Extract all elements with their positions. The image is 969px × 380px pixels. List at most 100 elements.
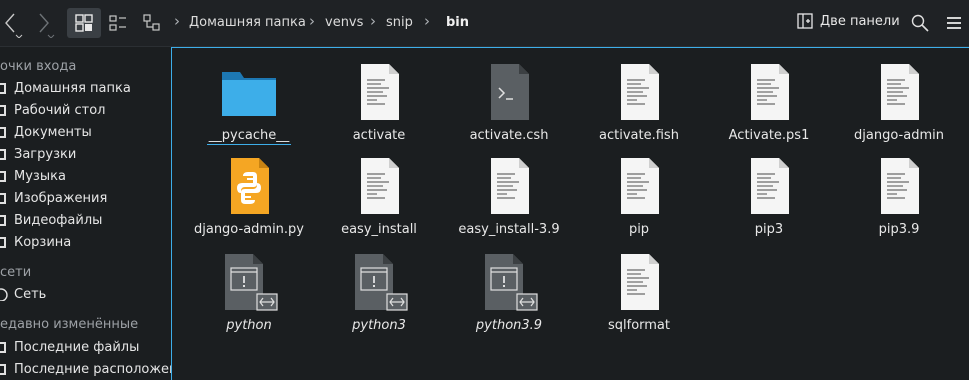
recent-files-icon [0, 341, 6, 353]
documents-folder-icon [0, 126, 6, 138]
file-item[interactable]: python3.9 [444, 250, 574, 333]
shell-script-icon [444, 60, 574, 122]
search-button[interactable] [906, 8, 934, 38]
home-folder-icon [0, 82, 6, 94]
executable-symlink-icon [444, 250, 574, 312]
desktop-icon [0, 104, 6, 116]
breadcrumb-separator-icon: › [309, 12, 315, 30]
file-item[interactable]: pip3 [704, 154, 834, 237]
toolbar: › Домашняя папка › venvs › snip › bin Дв… [0, 0, 969, 47]
file-item[interactable]: django-admin [834, 60, 964, 143]
file-item[interactable]: Activate.ps1 [704, 60, 834, 143]
file-item[interactable]: easy_install [314, 154, 444, 237]
back-arrow-icon [5, 13, 23, 38]
tree-view-icon [143, 14, 160, 31]
text-file-icon [834, 154, 964, 216]
file-name: pip3.9 [878, 222, 920, 237]
sidebar-item-trash[interactable]: Корзина [0, 231, 71, 253]
text-file-icon [314, 60, 444, 122]
breadcrumb-separator-icon: › [424, 12, 430, 30]
places-panel: очки входа Домашняя папка Рабочий стол Д… [0, 47, 171, 379]
recent-header: едавно изменённые [0, 317, 139, 332]
videos-folder-icon [0, 214, 6, 226]
python-file-icon [184, 154, 314, 216]
file-item[interactable]: django-admin.py [184, 154, 314, 237]
text-file-icon [704, 154, 834, 216]
sidebar-item-label: Изображения [14, 190, 108, 206]
file-name: python [226, 318, 272, 333]
split-view-button[interactable]: Две панели [797, 13, 900, 29]
text-file-icon [834, 60, 964, 122]
sidebar-item-label: Рабочий стол [14, 102, 106, 118]
file-name: activate [352, 128, 406, 143]
text-file-icon [444, 154, 574, 216]
sidebar-item-music[interactable]: Музыка [0, 165, 66, 187]
tree-view-button[interactable] [139, 8, 165, 38]
file-item[interactable]: activate [314, 60, 444, 143]
file-name: pip3 [754, 222, 784, 237]
breadcrumb-separator-icon: › [174, 12, 180, 30]
sidebar-item-label: Музыка [14, 168, 66, 184]
sidebar-item-recent-locations[interactable]: Последние расположения [0, 358, 171, 379]
downloads-folder-icon [0, 148, 6, 160]
file-name: activate.csh [469, 128, 549, 143]
breadcrumb-separator-icon: › [370, 12, 376, 30]
executable-symlink-icon [184, 250, 314, 312]
file-name: python3 [352, 318, 406, 333]
file-name: activate.fish [599, 128, 679, 143]
file-item[interactable]: python3 [314, 250, 444, 333]
file-name: Activate.ps1 [728, 128, 810, 143]
sidebar-item-network[interactable]: Сеть [0, 283, 46, 305]
file-name: easy_install [341, 222, 417, 237]
file-view[interactable]: __pycache__ activate activate.csh activate.… [171, 47, 969, 380]
back-button[interactable] [0, 8, 26, 38]
sidebar-item-label: Сеть [14, 286, 47, 302]
split-view-icon [797, 13, 813, 29]
file-item[interactable]: activate.csh [444, 60, 574, 143]
file-item[interactable]: sqlformat [574, 250, 704, 333]
sidebar-item-pictures[interactable]: Изображения [0, 187, 107, 209]
sidebar-item-label: Видеофайлы [14, 212, 103, 228]
split-view-label: Две панели [820, 13, 900, 29]
recent-locations-icon [0, 363, 6, 375]
trash-icon [0, 236, 6, 248]
network-header: сети [0, 265, 32, 280]
forward-button[interactable] [32, 8, 58, 38]
file-name: pip [628, 222, 650, 237]
file-item[interactable]: python [184, 250, 314, 333]
breadcrumb-bin[interactable]: bin [446, 15, 469, 30]
text-file-icon [574, 154, 704, 216]
file-name: python3.9 [475, 318, 543, 333]
music-folder-icon [0, 170, 6, 182]
sidebar-item-documents[interactable]: Документы [0, 121, 92, 143]
file-name: easy_install-3.9 [458, 222, 560, 237]
sidebar-item-label: Загрузки [14, 146, 77, 162]
sidebar-item-recent-files[interactable]: Последние файлы [0, 336, 139, 358]
sidebar-item-desktop[interactable]: Рабочий стол [0, 99, 105, 121]
text-file-icon [704, 60, 834, 122]
folder-icon [184, 60, 314, 122]
sidebar-item-label: Документы [14, 124, 92, 140]
breadcrumb-venvs[interactable]: venvs [325, 15, 363, 30]
breadcrumb-snip[interactable]: snip [386, 15, 413, 30]
file-name: django-admin [854, 128, 944, 143]
icon-view-button[interactable] [67, 8, 101, 38]
sidebar-item-home[interactable]: Домашняя папка [0, 77, 131, 99]
file-item[interactable]: __pycache__ [184, 60, 314, 145]
sidebar-item-label: Домашняя папка [14, 80, 131, 96]
details-view-button[interactable] [105, 8, 131, 38]
network-icon [0, 287, 8, 301]
sidebar-item-downloads[interactable]: Загрузки [0, 143, 76, 165]
file-item[interactable]: pip3.9 [834, 154, 964, 237]
sidebar-item-videos[interactable]: Видеофайлы [0, 209, 102, 231]
file-item[interactable]: easy_install-3.9 [444, 154, 574, 237]
executable-symlink-icon [314, 250, 444, 312]
search-icon [911, 14, 929, 32]
file-item[interactable]: pip [574, 154, 704, 237]
text-file-icon [314, 154, 444, 216]
sidebar-item-label: Последние расположения [14, 361, 171, 377]
menu-button[interactable] [940, 8, 968, 38]
file-name: sqlformat [607, 318, 670, 333]
breadcrumb-home[interactable]: Домашняя папка [189, 15, 306, 30]
file-item[interactable]: activate.fish [574, 60, 704, 143]
